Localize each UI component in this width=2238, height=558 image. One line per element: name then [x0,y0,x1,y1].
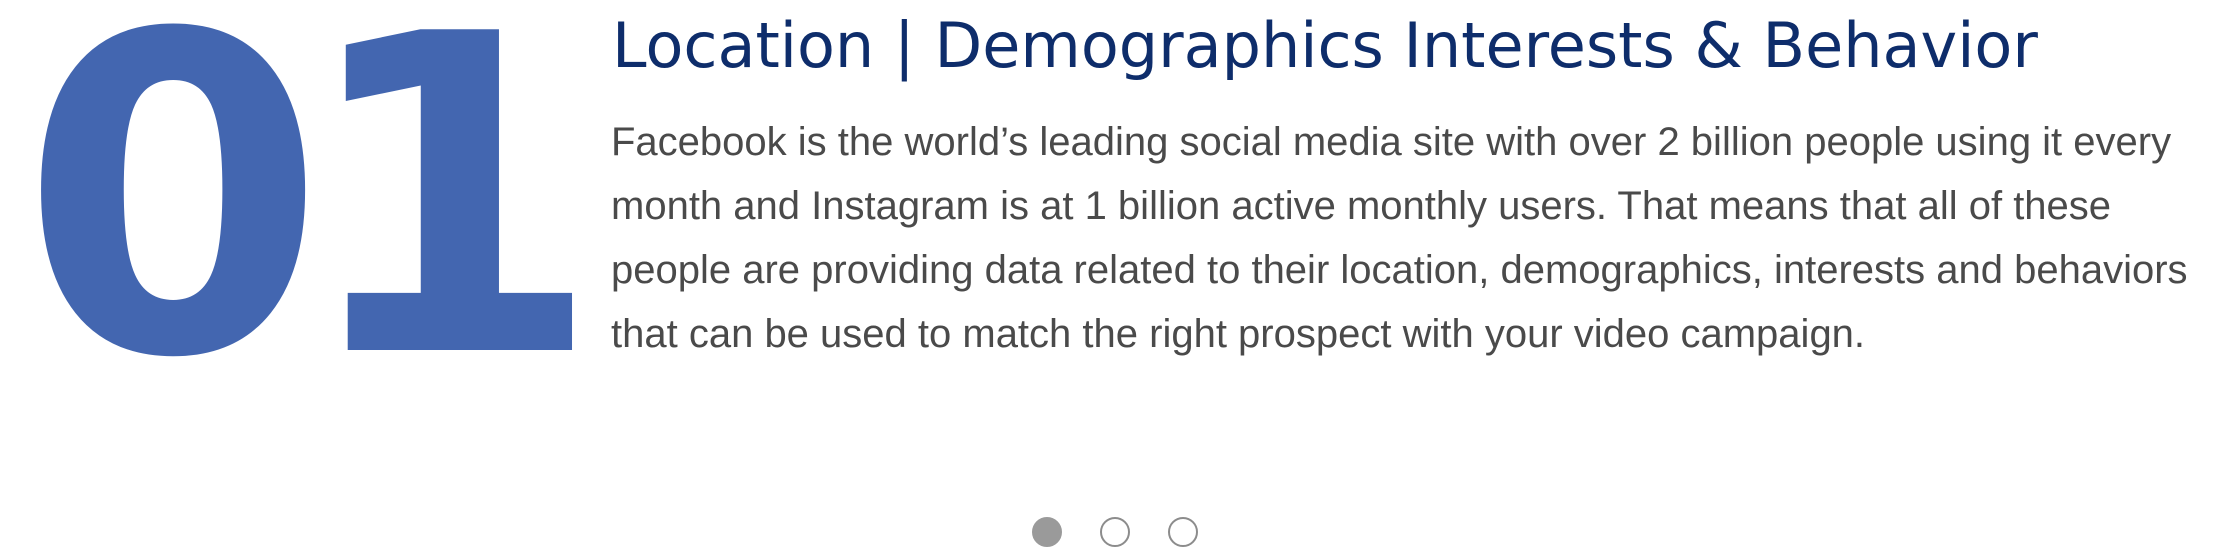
carousel-pagination [1032,517,1198,547]
pagination-dot-2[interactable] [1100,517,1130,547]
slide-title: Location | Demographics Interests & Beha… [612,9,2038,82]
pagination-dot-1[interactable] [1032,517,1062,547]
carousel-slide: 01 Location | Demographics Interests & B… [0,0,2238,480]
pagination-dot-3[interactable] [1168,517,1198,547]
slide-number: 01 [20,0,602,454]
slide-description: Facebook is the world’s leading social m… [611,120,2188,356]
